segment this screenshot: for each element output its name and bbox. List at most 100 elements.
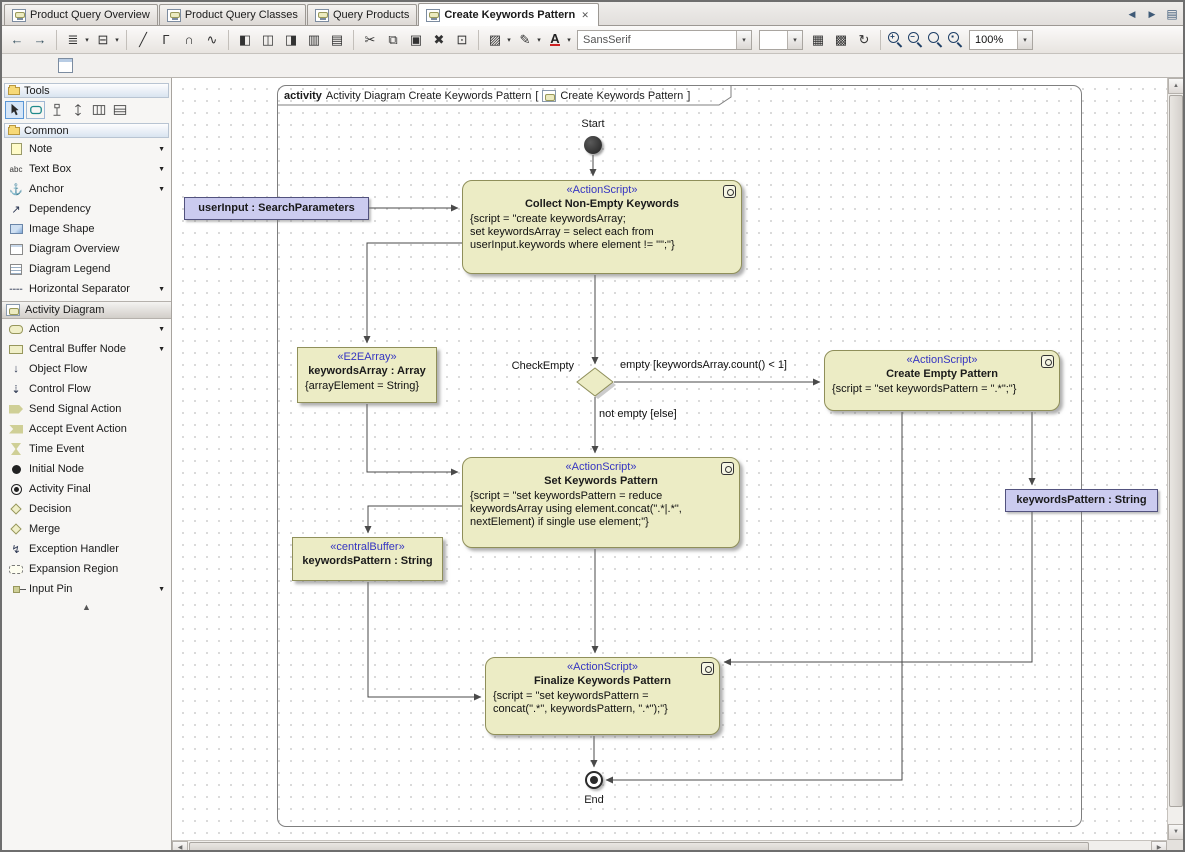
chevron-down-icon[interactable]: [787, 31, 802, 49]
vertical-swimlanes-tool-icon[interactable]: [89, 101, 108, 119]
forward-icon[interactable]: →: [29, 29, 51, 51]
flow-keywordspattern-to-finalize[interactable]: [724, 512, 1032, 662]
palette-item-merge[interactable]: Merge: [2, 519, 171, 539]
font-size-select[interactable]: [759, 30, 803, 50]
scroll-tabs-left-icon[interactable]: [1125, 6, 1139, 22]
action-set-keywords-pattern[interactable]: «ActionScript» Set Keywords Pattern {scr…: [462, 457, 740, 548]
palette-item-accept-event-action[interactable]: Accept Event Action: [2, 419, 171, 439]
copy-icon[interactable]: ⧉: [382, 29, 404, 51]
zoom-fit-icon[interactable]: [926, 30, 945, 49]
tools-section-header[interactable]: Tools: [4, 83, 169, 98]
chevron-down-icon[interactable]: [1017, 31, 1032, 49]
align-right-icon[interactable]: ◨: [280, 29, 302, 51]
palette-item-initial-node[interactable]: Initial Node: [2, 459, 171, 479]
scroll-tabs-right-icon[interactable]: [1145, 6, 1159, 22]
chevron-down-icon[interactable]: [83, 36, 91, 44]
vertical-scrollbar[interactable]: [1167, 78, 1183, 840]
font-color-icon[interactable]: A: [550, 33, 559, 46]
horizontal-swimlanes-tool-icon[interactable]: [110, 101, 129, 119]
chevron-down-icon[interactable]: [535, 36, 543, 44]
dropdown-icon[interactable]: [158, 326, 165, 333]
tab-query-products[interactable]: Query Products: [307, 4, 417, 25]
edge-label-not-empty-guard[interactable]: not empty [else]: [599, 408, 677, 420]
dropdown-icon[interactable]: [158, 166, 165, 173]
diagram-canvas[interactable]: activity Activity Diagram Create Keyword…: [172, 78, 1167, 840]
font-family-select[interactable]: SansSerif: [577, 30, 752, 50]
zoom-out-icon[interactable]: −: [906, 30, 925, 49]
tab-product-query-classes[interactable]: Product Query Classes: [159, 4, 306, 25]
cut-icon[interactable]: ✂: [359, 29, 381, 51]
fill-color-icon[interactable]: ▨: [484, 29, 506, 51]
distribute-horizontal-icon[interactable]: ▥: [303, 29, 325, 51]
horizontal-scroll-thumb[interactable]: [189, 842, 1089, 852]
palette-scroll-up-icon[interactable]: [2, 599, 171, 612]
palette-item-object-flow[interactable]: ↓ Object Flow: [2, 359, 171, 379]
zoom-level-select[interactable]: 100%: [969, 30, 1033, 50]
palette-item-input-pin[interactable]: Input Pin: [2, 579, 171, 599]
dropdown-icon[interactable]: [158, 346, 165, 353]
dropdown-icon[interactable]: [158, 586, 165, 593]
align-left-icon[interactable]: ◧: [234, 29, 256, 51]
vertical-scroll-thumb[interactable]: [1169, 95, 1183, 807]
line-color-icon[interactable]: ✎: [514, 29, 536, 51]
back-icon[interactable]: ←: [6, 29, 28, 51]
dropdown-icon[interactable]: [158, 186, 165, 193]
rectilinear-path-icon[interactable]: Γ: [155, 29, 177, 51]
palette-item-expansion-region[interactable]: Expansion Region: [2, 559, 171, 579]
scroll-right-icon[interactable]: [1151, 841, 1167, 852]
action-collect-non-empty-keywords[interactable]: «ActionScript» Collect Non-Empty Keyword…: [462, 180, 742, 274]
edge-label-checkempty[interactable]: CheckEmpty: [502, 360, 574, 372]
inventory-tool-icon[interactable]: ⊟: [92, 29, 114, 51]
flow-keywordsarray-to-set[interactable]: [367, 404, 458, 472]
zoom-in-icon[interactable]: +: [886, 30, 905, 49]
palette-item-time-event[interactable]: Time Event: [2, 439, 171, 459]
refresh-icon[interactable]: ↻: [853, 29, 875, 51]
palette-item-action[interactable]: Action: [2, 319, 171, 339]
scroll-left-icon[interactable]: [172, 841, 188, 852]
palette-item-anchor[interactable]: ⚓ Anchor: [2, 179, 171, 199]
scroll-up-icon[interactable]: [1168, 78, 1184, 94]
initial-node[interactable]: [584, 136, 602, 154]
resize-tool-icon[interactable]: [68, 101, 87, 119]
scroll-down-icon[interactable]: [1168, 824, 1184, 840]
oblique-path-icon[interactable]: ╱: [132, 29, 154, 51]
palette-item-control-flow[interactable]: ⇣ Control Flow: [2, 379, 171, 399]
action-create-empty-pattern[interactable]: «ActionScript» Create Empty Pattern {scr…: [824, 350, 1060, 411]
pin-userinput[interactable]: userInput : SearchParameters: [184, 197, 369, 220]
layers-icon[interactable]: ⊡: [451, 29, 473, 51]
palette-item-exception-handler[interactable]: ↯ Exception Handler: [2, 539, 171, 559]
tab-list-icon[interactable]: [1165, 6, 1179, 22]
diagram-frame-icon[interactable]: [58, 58, 73, 73]
central-buffer-keywordspattern[interactable]: «centralBuffer» keywordsPattern : String: [292, 537, 443, 581]
palette-item-image-shape[interactable]: Image Shape: [2, 219, 171, 239]
object-node-keywordsarray[interactable]: «E2EArray» keywordsArray : Array {arrayE…: [297, 347, 437, 403]
new-diagram-icon[interactable]: ▦: [807, 29, 829, 51]
delete-icon[interactable]: ✖: [428, 29, 450, 51]
palette-item-send-signal-action[interactable]: Send Signal Action: [2, 399, 171, 419]
curved-path-icon[interactable]: ∩: [178, 29, 200, 51]
palette-item-dependency[interactable]: ↗ Dependency: [2, 199, 171, 219]
palette-item-central-buffer-node[interactable]: Central Buffer Node: [2, 339, 171, 359]
containment-tool-icon[interactable]: ≣: [62, 29, 84, 51]
chevron-down-icon[interactable]: [565, 36, 573, 44]
chevron-down-icon[interactable]: [113, 36, 121, 44]
shape-tool-icon[interactable]: [26, 101, 45, 119]
dropdown-icon[interactable]: [158, 286, 165, 293]
palette-item-horizontal-separator[interactable]: ╌╌ Horizontal Separator: [2, 279, 171, 299]
distribute-vertical-icon[interactable]: ▤: [326, 29, 348, 51]
activity-final-node[interactable]: [585, 771, 603, 789]
tab-create-keywords-pattern[interactable]: Create Keywords Pattern: [418, 3, 599, 26]
palette-item-text-box[interactable]: abc Text Box: [2, 159, 171, 179]
action-finalize-keywords-pattern[interactable]: «ActionScript» Finalize Keywords Pattern…: [485, 657, 720, 735]
paste-icon[interactable]: ▣: [405, 29, 427, 51]
tree-layout-tool-icon[interactable]: [47, 101, 66, 119]
close-icon[interactable]: [579, 9, 591, 21]
dropdown-icon[interactable]: [158, 146, 165, 153]
dependency-matrix-icon[interactable]: ▩: [830, 29, 852, 51]
flow-collect-to-keywordsarray[interactable]: [367, 243, 462, 343]
horizontal-scrollbar[interactable]: [172, 840, 1167, 852]
common-section-header[interactable]: Common: [4, 123, 169, 138]
palette-item-note[interactable]: Note: [2, 139, 171, 159]
align-center-icon[interactable]: ◫: [257, 29, 279, 51]
pin-keywordspattern[interactable]: keywordsPattern : String: [1005, 489, 1158, 512]
